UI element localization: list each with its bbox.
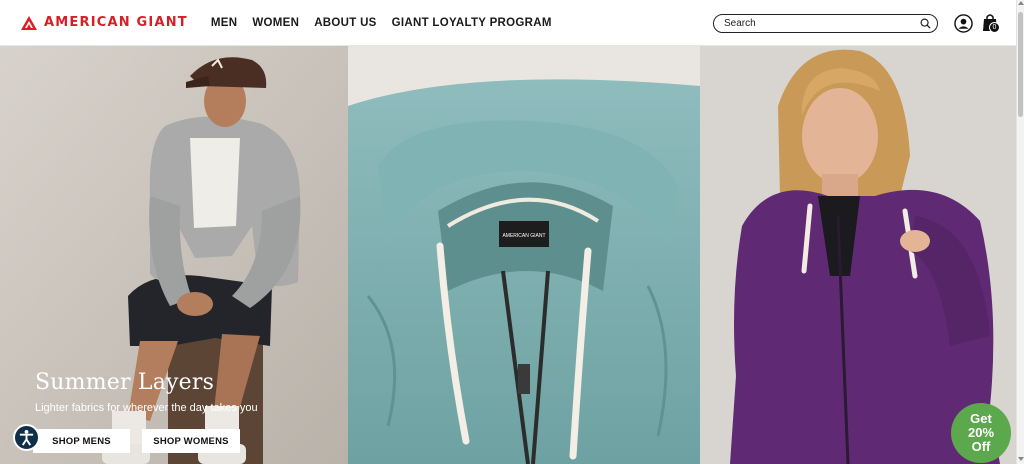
nav-item-women[interactable]: WOMEN <box>252 17 299 29</box>
brand-name: AMERICAN GIANT <box>44 15 188 30</box>
nav-item-about-us[interactable]: ABOUT US <box>314 17 376 29</box>
discount-promo-badge[interactable]: Get 20% Off <box>951 403 1011 463</box>
shop-womens-button[interactable]: SHOP WOMENS <box>142 429 240 453</box>
hero-title: Summer Layers <box>35 370 215 395</box>
scrollbar-thumb[interactable] <box>1018 12 1023 117</box>
page-scrollbar[interactable] <box>1016 0 1024 464</box>
main-nav: MEN WOMEN ABOUT US GIANT LOYALTY PROGRAM <box>211 17 567 29</box>
accessibility-button[interactable] <box>13 424 40 451</box>
promo-line-1: Get <box>970 411 992 426</box>
hero-banner: Summer Layers Lighter fabrics for wherev… <box>0 46 1016 464</box>
promo-line-3: Off <box>971 439 991 454</box>
nav-item-men[interactable]: MEN <box>211 17 237 29</box>
accessibility-icon <box>19 429 34 446</box>
cart-count-badge: 0 <box>989 22 1000 33</box>
hero-subtitle: Lighter fabrics for wherever the day tak… <box>35 402 258 414</box>
account-icon[interactable] <box>954 14 973 33</box>
shop-mens-button[interactable]: SHOP MENS <box>33 429 130 453</box>
search-icon[interactable] <box>920 18 931 29</box>
hero-image-men[interactable]: Summer Layers Lighter fabrics for wherev… <box>0 46 348 464</box>
scroll-down-arrow-icon[interactable] <box>1018 457 1024 461</box>
search-box[interactable] <box>713 14 938 33</box>
nav-item-loyalty-program[interactable]: GIANT LOYALTY PROGRAM <box>392 17 552 29</box>
search-input[interactable] <box>724 18 920 29</box>
hero-image-women[interactable] <box>700 46 1016 464</box>
promo-line-2: 20% <box>967 425 995 440</box>
brand-mark-icon <box>21 15 37 30</box>
hoodie-brand-label: AMERICAN GIANT <box>502 233 545 239</box>
page: AMERICAN GIANT MEN WOMEN ABOUT US GIANT … <box>0 0 1024 464</box>
brand-logo[interactable]: AMERICAN GIANT <box>20 0 188 46</box>
scroll-up-arrow-icon[interactable] <box>1018 1 1024 5</box>
hero-image-hoodie-closeup[interactable]: AMERICAN GIANT <box>348 46 700 464</box>
